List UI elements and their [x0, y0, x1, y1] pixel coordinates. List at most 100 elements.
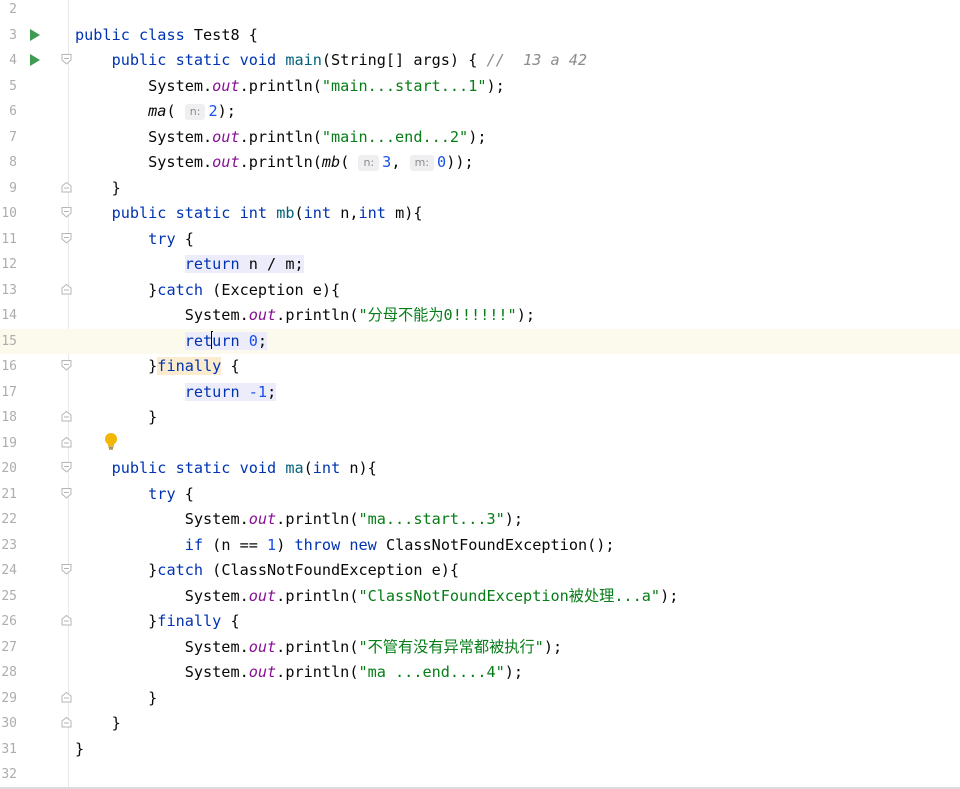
code-line[interactable]: 4 public static void main(String[] args)… [0, 48, 960, 73]
fold-marker-icon[interactable] [61, 615, 72, 626]
code-token: 3 [382, 153, 392, 171]
fold-marker-icon[interactable] [61, 360, 72, 371]
code-token: public [111, 459, 176, 477]
code-token: ClassNotFoundException(); [385, 535, 615, 554]
code-line[interactable]: 20 public static void ma(int n){ [0, 456, 960, 481]
code-line[interactable]: 28 System.out.println("ma ...end....4"); [0, 660, 960, 685]
code-text: try { [75, 227, 194, 252]
code-text: System.out.println("ma ...end....4"); [75, 660, 523, 685]
code-token: } [75, 357, 158, 375]
code-line[interactable]: 15 return 0; [0, 328, 960, 354]
code-token: 1 [267, 535, 277, 554]
code-token: } [75, 178, 121, 197]
code-line[interactable]: 22 System.out.println("ma...start...3"); [0, 507, 960, 532]
code-line[interactable]: 2 [0, 0, 960, 22]
fold-marker-icon[interactable] [61, 411, 72, 422]
code-line[interactable]: 7 System.out.println("main...end...2"); [0, 125, 960, 150]
code-text: }finally { [75, 354, 240, 379]
code-token: (String[] args) { [321, 51, 487, 69]
code-text: System.out.println(mb( n: 3, m: 0)); [75, 150, 474, 175]
code-editor[interactable]: 2 3 public class Test8 {4 public static vo… [0, 0, 960, 787]
code-line[interactable]: 8 System.out.println(mb( n: 3, m: 0)); [0, 150, 960, 175]
code-text: if (n == 1) throw new ClassNotFoundExcep… [75, 533, 615, 558]
fold-marker-icon[interactable] [61, 436, 72, 448]
code-text: public static int mb(int n,int m){ [75, 201, 423, 226]
code-token: void [239, 51, 286, 69]
fold-marker-icon[interactable] [61, 54, 72, 65]
code-line[interactable]: 27 System.out.println("不管有没有异常都被执行"); [0, 635, 960, 660]
fold-marker-icon[interactable] [61, 564, 72, 575]
code-line[interactable]: 18 } [0, 405, 960, 430]
code-token: public [75, 25, 140, 44]
code-line[interactable]: 3 public class Test8 { [0, 23, 960, 48]
code-token: System. [75, 586, 249, 605]
code-token: )); [446, 153, 474, 171]
code-token: urn [212, 331, 240, 350]
fold-marker-icon[interactable] [61, 487, 72, 499]
code-line[interactable]: 16 }finally { [0, 354, 960, 379]
code-token: out [212, 127, 240, 146]
code-token: 0 [248, 331, 258, 350]
code-line[interactable]: 14 System.out.println("分母不能为0!!!!!!"); [0, 303, 960, 328]
run-gutter-icon[interactable] [30, 28, 40, 41]
lightbulb-icon[interactable] [103, 432, 119, 450]
code-line[interactable]: 12 return n / m; [0, 252, 960, 277]
code-line[interactable]: 25 System.out.println("ClassNotFoundExce… [0, 584, 960, 609]
code-line[interactable]: 6 ma( n: 2); [0, 99, 960, 124]
code-line[interactable]: 31} [0, 737, 960, 762]
line-number: 30 [1, 716, 17, 731]
code-token: ma [285, 459, 304, 477]
code-line[interactable]: 21 try { [0, 482, 960, 507]
fold-marker-icon[interactable] [61, 717, 72, 728]
code-token: static [175, 459, 240, 477]
line-number: 12 [1, 257, 17, 272]
code-token: System. [75, 127, 213, 146]
code-line[interactable]: 11 try { [0, 227, 960, 252]
code-text: } [75, 686, 157, 711]
code-token: ( [303, 459, 313, 477]
code-line[interactable]: 10 public static int mb(int n,int m){ [0, 201, 960, 226]
code-line[interactable]: 5 System.out.println("main...start...1")… [0, 74, 960, 99]
line-number: 27 [1, 639, 17, 655]
code-token: (n == [212, 535, 268, 554]
code-line[interactable]: 23 if (n == 1) throw new ClassNotFoundEx… [0, 533, 960, 558]
code-line[interactable]: 32 [0, 762, 960, 787]
code-line[interactable]: 17 return -1; [0, 380, 960, 405]
code-line[interactable]: 24 }catch (ClassNotFoundException e){ [0, 558, 960, 583]
code-token: finally [157, 357, 222, 375]
run-gutter-icon[interactable] [30, 54, 40, 66]
fold-marker-icon[interactable] [61, 462, 72, 473]
code-text: } [75, 176, 121, 201]
code-token: mb [276, 204, 295, 222]
code-token: "ma ...end....4" [358, 663, 505, 681]
code-token: , [391, 153, 410, 171]
fold-marker-icon[interactable] [61, 181, 72, 193]
code-line[interactable]: 30 } [0, 711, 960, 736]
code-token: -1 [248, 382, 268, 401]
code-token: if [184, 535, 213, 554]
code-token: .println( [276, 306, 359, 324]
fold-marker-icon[interactable] [61, 232, 72, 244]
code-token: out [248, 586, 277, 605]
code-token: "ma...start...3" [358, 510, 505, 528]
code-token: throw [294, 535, 350, 554]
fold-marker-icon[interactable] [61, 283, 72, 295]
code-line[interactable]: 13 }catch (Exception e){ [0, 278, 960, 303]
fold-marker-icon[interactable] [61, 207, 72, 218]
code-token: ); [660, 586, 679, 605]
code-line[interactable]: 9 } [0, 176, 960, 201]
code-line[interactable]: 19 [0, 431, 960, 456]
code-token: { [221, 357, 240, 375]
code-text: return -1; [75, 380, 277, 405]
line-number: 10 [1, 206, 17, 221]
code-token: static [175, 51, 240, 69]
fold-marker-icon[interactable] [61, 691, 72, 703]
code-line[interactable]: 29 } [0, 686, 960, 711]
code-text: System.out.println("ma...start...3"); [75, 507, 523, 532]
code-token: out [212, 76, 240, 95]
code-token: Test8 { [193, 25, 258, 44]
code-token: int [303, 204, 341, 222]
line-number: 25 [1, 588, 17, 604]
code-line[interactable]: 26 }finally { [0, 609, 960, 634]
